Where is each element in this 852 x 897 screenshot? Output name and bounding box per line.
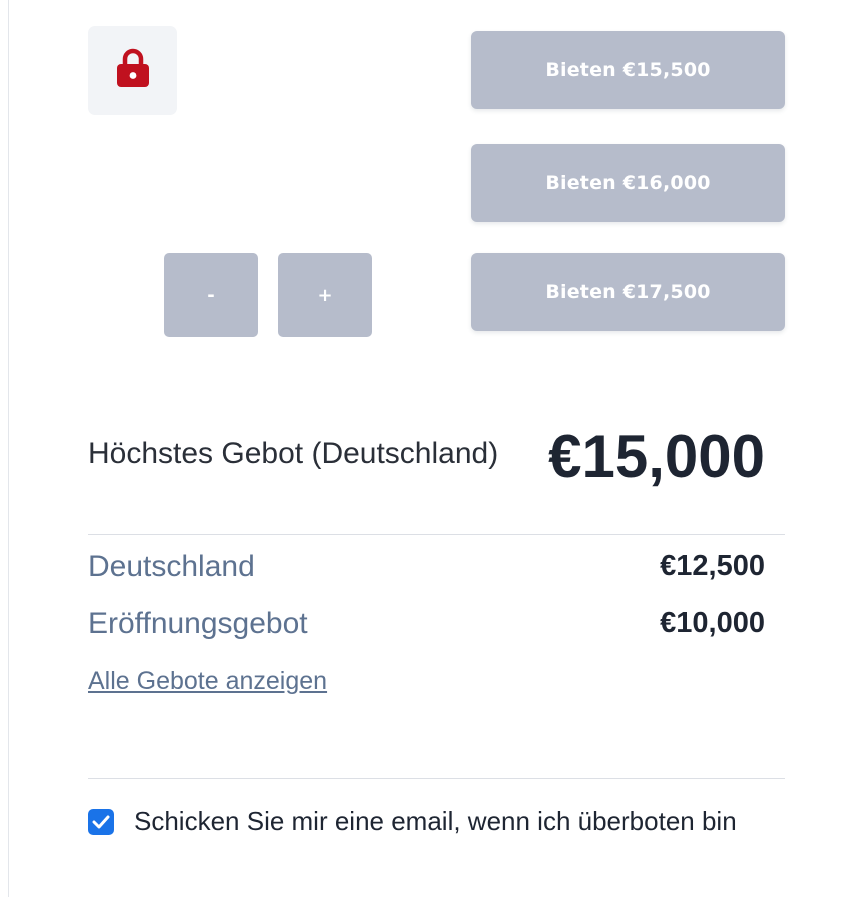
- bid-panel: Bieten €15,500 Bieten €16,000 Bieten €17…: [0, 0, 852, 897]
- email-notify-label: Schicken Sie mir eine email, wenn ich üb…: [134, 806, 737, 836]
- bid-button-16000[interactable]: Bieten €16,000: [471, 144, 785, 222]
- bid-history-label-1: Deutschland: [88, 550, 255, 583]
- bid-button-15500[interactable]: Bieten €15,500: [471, 31, 785, 109]
- email-notify-checkbox[interactable]: [88, 808, 114, 835]
- highest-bid-value: €15,000: [548, 423, 765, 490]
- divider: [88, 534, 785, 535]
- bid-history-value-1: €12,500: [660, 550, 765, 582]
- decrement-button[interactable]: -: [164, 253, 258, 337]
- all-bids-link[interactable]: Alle Gebote anzeigen: [88, 667, 327, 696]
- highest-bid-label: Höchstes Gebot (Deutschland): [88, 437, 499, 470]
- lock-badge: [88, 26, 177, 115]
- checkmark-icon: [92, 815, 110, 828]
- lock-icon: [116, 48, 150, 93]
- bid-history-value-2: €10,000: [660, 607, 765, 639]
- email-notify-row: Schicken Sie mir eine email, wenn ich üb…: [88, 806, 737, 837]
- bid-button-17500[interactable]: Bieten €17,500: [471, 253, 785, 331]
- bid-history-label-2: Eröffnungsgebot: [88, 607, 308, 640]
- panel-left-border: [8, 0, 9, 897]
- divider: [88, 778, 785, 779]
- increment-button[interactable]: +: [278, 253, 372, 337]
